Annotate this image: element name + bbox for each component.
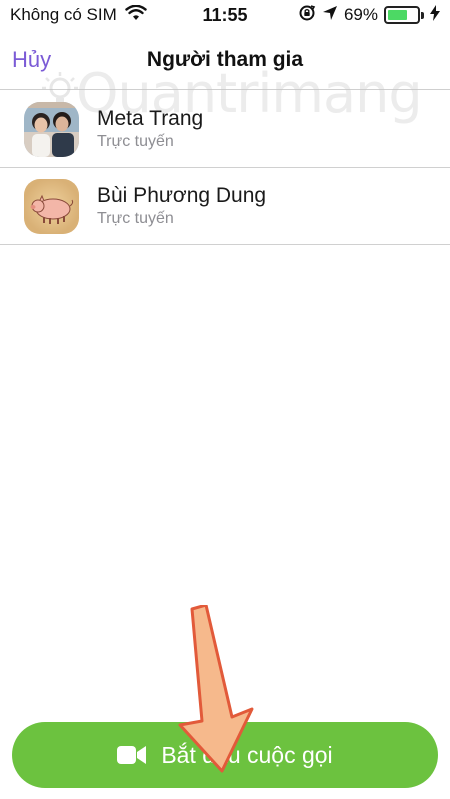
participant-name: Bùi Phương Dung	[97, 184, 267, 207]
battery-icon	[384, 6, 424, 24]
status-bar: Không có SIM 11:55 69%	[0, 0, 450, 30]
list-item[interactable]: Meta Trang Trực tuyến	[0, 91, 450, 168]
participant-status: Trực tuyến	[97, 210, 174, 227]
carrier-label: Không có SIM	[10, 5, 117, 24]
battery-level	[388, 10, 408, 20]
photo-avatar-icon	[24, 101, 79, 157]
pig-avatar-icon	[24, 178, 79, 234]
video-camera-icon	[117, 744, 147, 766]
start-call-button[interactable]: Bắt đầu cuộc gọi	[12, 722, 438, 788]
start-call-label: Bắt đầu cuộc gọi	[161, 741, 333, 768]
location-icon	[322, 5, 338, 26]
list-item[interactable]: Bùi Phương Dung Trực tuyến	[0, 168, 450, 245]
participant-text: Meta Trang Trực tuyến	[97, 107, 203, 151]
battery-percent: 69%	[343, 5, 378, 24]
cancel-button[interactable]: Hủy	[12, 47, 51, 73]
charging-bolt-icon	[430, 4, 440, 26]
status-right: 69%	[298, 4, 440, 27]
rotation-lock-icon	[298, 4, 316, 27]
nav-bar: Hủy Người tham gia	[0, 30, 450, 90]
participant-name: Meta Trang	[97, 107, 204, 130]
status-left: Không có SIM	[10, 4, 147, 26]
page-title: Người tham gia	[146, 47, 304, 71]
participant-list: Meta Trang Trực tuyến Bùi Phương Dung Tr…	[0, 91, 450, 245]
participant-text: Bùi Phương Dung Trực tuyến	[97, 184, 266, 228]
wifi-icon	[125, 4, 147, 26]
participant-status: Trực tuyến	[97, 133, 174, 150]
